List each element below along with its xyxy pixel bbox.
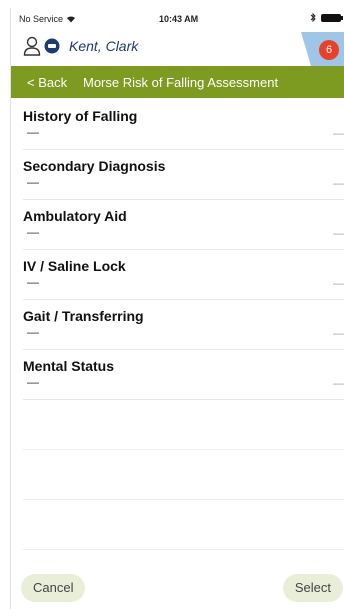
phone-screen: No Service 10:43 AM Kent, Clark 6 < Back… — [10, 8, 344, 609]
item-label: Gait / Transferring — [23, 308, 144, 324]
status-right — [310, 13, 343, 22]
empty-row — [23, 450, 344, 500]
list-item-mental-status[interactable]: Mental Status — — — [23, 350, 344, 400]
alerts-tab[interactable]: 6 — [301, 32, 344, 66]
item-label: Mental Status — [23, 358, 115, 374]
patient-bar[interactable]: Kent, Clark 6 — [11, 30, 344, 66]
item-value: — — [27, 325, 39, 339]
bluetooth-icon — [310, 13, 316, 22]
list-item-iv-saline-lock[interactable]: IV / Saline Lock — — — [23, 250, 344, 300]
patient-status-icon — [44, 38, 60, 54]
item-score: — — [333, 276, 344, 290]
item-label: Secondary Diagnosis — [23, 158, 166, 174]
item-label: History of Falling — [23, 108, 138, 124]
status-time: 10:43 AM — [159, 14, 199, 24]
item-value: — — [27, 125, 39, 139]
item-score: — — [333, 326, 344, 340]
list-item-ambulatory-aid[interactable]: Ambulatory Aid — — — [23, 200, 344, 250]
list-item-secondary-diagnosis[interactable]: Secondary Diagnosis — — — [23, 150, 344, 200]
item-label: IV / Saline Lock — [23, 258, 126, 274]
list-item-history-of-falling[interactable]: History of Falling — — — [23, 100, 344, 150]
item-score: — — [333, 126, 344, 140]
carrier-text: No Service — [19, 14, 64, 24]
status-left: No Service — [19, 14, 76, 24]
empty-row — [23, 400, 344, 450]
status-bar: No Service 10:43 AM — [11, 8, 344, 30]
item-value: — — [27, 375, 39, 389]
back-button[interactable]: < Back — [27, 75, 67, 90]
item-score: — — [333, 176, 344, 190]
item-value: — — [27, 175, 39, 189]
item-score: — — [333, 376, 344, 390]
battery-icon — [321, 13, 343, 22]
nav-bar: < Back Morse Risk of Falling Assessment — [11, 66, 344, 98]
footer-toolbar: Cancel Select — [11, 574, 344, 609]
page-title: Morse Risk of Falling Assessment — [83, 75, 279, 90]
item-value: — — [27, 275, 39, 289]
person-icon — [23, 36, 41, 56]
cancel-button[interactable]: Cancel — [21, 574, 86, 602]
assessment-list: History of Falling — — Secondary Diagnos… — [11, 100, 344, 550]
select-button[interactable]: Select — [282, 574, 343, 602]
patient-icons — [23, 36, 60, 56]
item-score: — — [333, 226, 344, 240]
empty-row — [23, 500, 344, 550]
item-label: Ambulatory Aid — [23, 208, 127, 224]
alerts-badge: 6 — [319, 40, 339, 60]
item-value: — — [27, 225, 39, 239]
patient-name: Kent, Clark — [69, 38, 139, 54]
wifi-icon — [67, 16, 76, 23]
list-item-gait-transferring[interactable]: Gait / Transferring — — — [23, 300, 344, 350]
